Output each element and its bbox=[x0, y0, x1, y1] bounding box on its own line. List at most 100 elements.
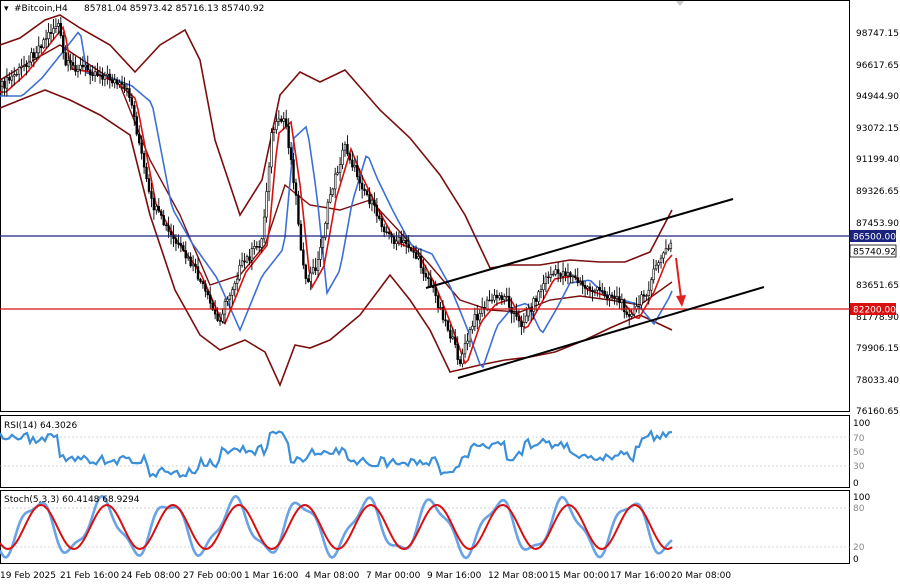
candle-body bbox=[233, 283, 236, 291]
time-axis[interactable]: 19 Feb 2025 21 Feb 16:00 24 Feb 08:00 27… bbox=[0, 571, 731, 581]
candle-body bbox=[319, 247, 322, 260]
time-label: 7 Mar 00:00 bbox=[366, 571, 421, 581]
candle-body bbox=[596, 286, 599, 291]
candle-body bbox=[299, 223, 303, 251]
candle-body bbox=[135, 116, 138, 135]
candle-body bbox=[610, 294, 614, 297]
candle-body bbox=[471, 325, 474, 330]
price-axis[interactable]: 98747.15 96617.65 94944.90 93072.15 9119… bbox=[856, 29, 899, 417]
candle-body bbox=[297, 195, 300, 225]
candle-body bbox=[598, 286, 602, 291]
candle-body bbox=[554, 269, 557, 275]
candle-body bbox=[267, 166, 271, 192]
candle-body bbox=[280, 118, 283, 122]
candle-body bbox=[387, 231, 391, 235]
candle-body bbox=[52, 28, 55, 34]
candle-body bbox=[74, 65, 77, 72]
candle-body bbox=[613, 295, 616, 299]
candle-body bbox=[458, 359, 462, 365]
candle-body bbox=[66, 60, 70, 66]
candle-body bbox=[32, 52, 36, 58]
candle-body bbox=[324, 223, 327, 238]
candle-body bbox=[515, 312, 518, 317]
candle-body bbox=[336, 172, 339, 175]
candle-body bbox=[412, 250, 415, 253]
candle-body bbox=[69, 60, 72, 63]
rsi-axis[interactable]: 100 70 50 30 0 bbox=[853, 419, 870, 489]
candle-body bbox=[571, 275, 575, 278]
candle-body bbox=[608, 294, 611, 299]
stoch-axis[interactable]: 100 80 20 0 bbox=[853, 493, 870, 565]
candle-body bbox=[167, 225, 170, 232]
price-label: 83651.65 bbox=[856, 281, 899, 291]
candle-body bbox=[125, 88, 129, 90]
candle-body bbox=[250, 248, 254, 261]
candle-body bbox=[566, 272, 570, 277]
candle-body bbox=[81, 64, 85, 68]
candle-body bbox=[35, 52, 38, 58]
candle-body bbox=[30, 52, 33, 63]
candle-body bbox=[549, 274, 553, 278]
chart-window[interactable]: ▾ #Bitcoin,H4 85781.04 85973.42 85716.13… bbox=[0, 0, 900, 586]
candle-body bbox=[493, 294, 496, 301]
candle-body bbox=[115, 79, 119, 85]
candle-body bbox=[478, 313, 481, 321]
candle-body bbox=[287, 125, 290, 149]
candle-body bbox=[331, 188, 334, 195]
candle-body bbox=[76, 68, 80, 72]
candle-body bbox=[424, 273, 428, 278]
candle-body bbox=[645, 295, 648, 297]
candle-body bbox=[84, 64, 87, 68]
time-label: 17 Mar 16:00 bbox=[610, 571, 670, 581]
candle-body bbox=[22, 65, 26, 67]
candle-body bbox=[356, 165, 359, 178]
candle-body bbox=[103, 75, 107, 80]
candle-body bbox=[510, 307, 513, 314]
candle-body bbox=[0, 80, 4, 87]
candle-body bbox=[89, 69, 92, 76]
candle-body bbox=[427, 276, 430, 280]
candle-body bbox=[500, 295, 503, 301]
candle-body bbox=[348, 153, 352, 161]
candle-body bbox=[91, 74, 94, 76]
candle-body bbox=[461, 353, 464, 365]
candle-body bbox=[5, 77, 9, 89]
candle-body bbox=[245, 256, 249, 263]
current-price-tag: 85740.92 bbox=[849, 244, 897, 258]
candle-body bbox=[667, 248, 670, 250]
candle-body bbox=[662, 252, 665, 259]
candle-body bbox=[223, 301, 227, 315]
price-label: 91199.40 bbox=[856, 155, 899, 165]
candle-body bbox=[368, 194, 371, 205]
candle-body bbox=[169, 231, 173, 236]
candle-body bbox=[373, 199, 376, 206]
time-label: 1 Mar 16:00 bbox=[244, 571, 299, 581]
candle-body bbox=[657, 262, 660, 266]
candle-body bbox=[13, 74, 16, 77]
candle-body bbox=[632, 308, 636, 315]
candle-body bbox=[231, 289, 234, 296]
rsi-axis-label: 100 bbox=[853, 419, 870, 429]
svg-text:82200.00: 82200.00 bbox=[853, 306, 896, 316]
candle-body bbox=[218, 320, 222, 322]
chart-canvas[interactable]: ▾ #Bitcoin,H4 85781.04 85973.42 85716.13… bbox=[0, 0, 900, 586]
candle-body bbox=[382, 226, 386, 233]
price-label: 87453.90 bbox=[856, 219, 899, 229]
candle-body bbox=[593, 289, 597, 292]
candle-body bbox=[346, 144, 349, 155]
candle-body bbox=[275, 121, 278, 130]
candle-body bbox=[468, 329, 472, 342]
candle-body bbox=[39, 45, 43, 49]
candle-body bbox=[434, 287, 437, 297]
candle-body bbox=[42, 39, 45, 49]
candle-body bbox=[586, 286, 589, 289]
candle-body bbox=[8, 77, 11, 81]
candle-body bbox=[454, 336, 457, 345]
candle-body bbox=[57, 23, 60, 27]
candle-body bbox=[378, 215, 381, 219]
header-symbol: #Bitcoin,H4 bbox=[14, 4, 68, 14]
candle-body bbox=[316, 259, 320, 271]
candle-body bbox=[333, 173, 337, 190]
candle-body bbox=[187, 256, 190, 259]
candle-body bbox=[260, 238, 263, 248]
